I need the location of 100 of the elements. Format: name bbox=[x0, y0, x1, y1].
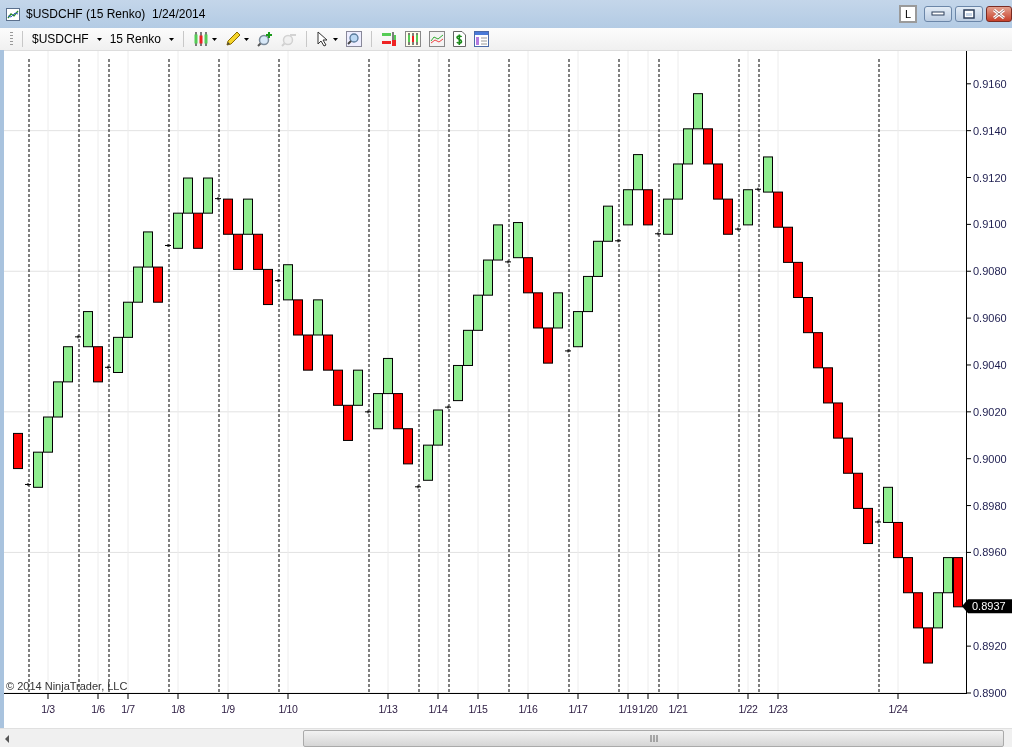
renko-brick bbox=[643, 189, 653, 226]
axis-label: 1/21 bbox=[668, 703, 688, 715]
renko-brick bbox=[433, 409, 443, 446]
maximize-button[interactable] bbox=[955, 6, 983, 22]
renko-brick bbox=[913, 592, 923, 629]
renko-brick bbox=[483, 259, 493, 296]
axis-label: 1/9 bbox=[221, 703, 235, 715]
renko-brick bbox=[903, 557, 913, 594]
renko-brick bbox=[743, 189, 753, 226]
axis-label: 1/24 bbox=[888, 703, 908, 715]
caret-icon bbox=[244, 37, 250, 41]
renko-brick bbox=[253, 233, 263, 270]
renko-brick bbox=[863, 507, 873, 545]
renko-brick bbox=[553, 292, 563, 329]
renko-brick bbox=[193, 212, 203, 249]
axis-label: 1/16 bbox=[518, 703, 538, 715]
renko-brick bbox=[423, 444, 433, 481]
axis-label: 1/15 bbox=[468, 703, 488, 715]
renko-brick bbox=[783, 226, 793, 263]
minimize-button[interactable] bbox=[924, 6, 952, 22]
axis-label: 0.8920 bbox=[973, 640, 1007, 653]
pencil-icon bbox=[225, 31, 242, 47]
renko-brick bbox=[113, 336, 123, 373]
renko-brick bbox=[583, 275, 593, 313]
scroll-thumb[interactable] bbox=[303, 730, 1004, 747]
dollar-document-icon bbox=[453, 31, 467, 47]
axis-label: 0.9100 bbox=[973, 218, 1007, 231]
renko-brick bbox=[303, 334, 313, 371]
renko-brick bbox=[183, 177, 193, 214]
renko-brick bbox=[933, 592, 943, 629]
renko-brick bbox=[223, 198, 233, 235]
renko-brick bbox=[573, 311, 583, 348]
renko-brick bbox=[953, 557, 963, 608]
renko-brick bbox=[393, 393, 403, 430]
renko-brick bbox=[453, 364, 463, 402]
renko-brick bbox=[13, 432, 23, 470]
renko-brick bbox=[593, 240, 603, 277]
maximize-icon bbox=[963, 9, 975, 19]
close-icon bbox=[992, 8, 1006, 20]
renko-brick bbox=[293, 299, 303, 336]
zoom-in-icon bbox=[257, 31, 274, 47]
axis-label: 1/23 bbox=[768, 703, 788, 715]
renko-brick bbox=[693, 93, 703, 130]
chart-icon bbox=[6, 7, 20, 21]
renko-brick bbox=[683, 128, 693, 165]
renko-brick bbox=[823, 367, 833, 404]
renko-brick bbox=[513, 222, 523, 259]
period-dropdown[interactable]: 15 Renko bbox=[105, 29, 179, 49]
renko-brick bbox=[123, 301, 133, 338]
axis-label: 1/10 bbox=[278, 703, 298, 715]
renko-brick bbox=[763, 156, 773, 193]
copyright-text: © 2014 NinjaTrader, LLC bbox=[6, 680, 128, 692]
renko-brick bbox=[233, 233, 243, 270]
instrument-dropdown[interactable]: $USDCHF bbox=[28, 29, 106, 49]
axis-label: 1/20 bbox=[638, 703, 658, 715]
renko-brick bbox=[623, 189, 633, 226]
renko-brick bbox=[633, 154, 643, 191]
renko-brick bbox=[353, 369, 363, 406]
price-tag: 0.8937 bbox=[962, 599, 1012, 614]
renko-brick bbox=[403, 428, 413, 465]
close-button[interactable] bbox=[986, 6, 1012, 22]
axis-label: 1/22 bbox=[738, 703, 758, 715]
axis-label: 0.9140 bbox=[973, 124, 1007, 137]
axis-label: 0.9080 bbox=[973, 265, 1007, 278]
renko-brick bbox=[93, 346, 103, 383]
caret-icon bbox=[333, 37, 339, 41]
axis-label: 1/3 bbox=[41, 703, 55, 715]
axis-label: 1/14 bbox=[428, 703, 448, 715]
renko-brick bbox=[313, 299, 323, 336]
renko-brick bbox=[153, 266, 163, 303]
renko-brick bbox=[143, 231, 153, 268]
renko-brick bbox=[83, 311, 93, 348]
renko-brick bbox=[523, 257, 533, 294]
renko-brick bbox=[33, 451, 43, 488]
renko-brick bbox=[603, 205, 613, 242]
renko-brick bbox=[663, 198, 673, 235]
axis-label: 0.9020 bbox=[973, 405, 1007, 418]
renko-brick bbox=[533, 292, 543, 329]
axis-label: 0.8980 bbox=[973, 499, 1007, 512]
bars-icon bbox=[381, 31, 398, 47]
axis-label: 0.9060 bbox=[973, 312, 1007, 325]
renko-brick bbox=[43, 416, 53, 453]
renko-brick bbox=[543, 327, 553, 364]
renko-brick bbox=[713, 163, 723, 200]
axis-label: 0.8960 bbox=[973, 546, 1007, 559]
axis-label: 1/17 bbox=[568, 703, 588, 715]
renko-brick bbox=[473, 294, 483, 331]
layout-button[interactable]: L bbox=[899, 5, 917, 23]
renko-brick bbox=[53, 381, 63, 418]
axis-label: 1/6 bbox=[91, 703, 105, 715]
renko-brick bbox=[803, 297, 813, 334]
axis-label: 0.9120 bbox=[973, 171, 1007, 184]
axis-label: 0.8900 bbox=[973, 687, 1007, 699]
renko-brick bbox=[373, 393, 383, 430]
renko-brick bbox=[923, 627, 933, 664]
renko-brick bbox=[773, 191, 783, 228]
axis-label: 1/8 bbox=[171, 703, 185, 715]
renko-brick bbox=[323, 334, 333, 371]
candles-icon bbox=[193, 31, 210, 47]
renko-brick bbox=[673, 163, 683, 200]
